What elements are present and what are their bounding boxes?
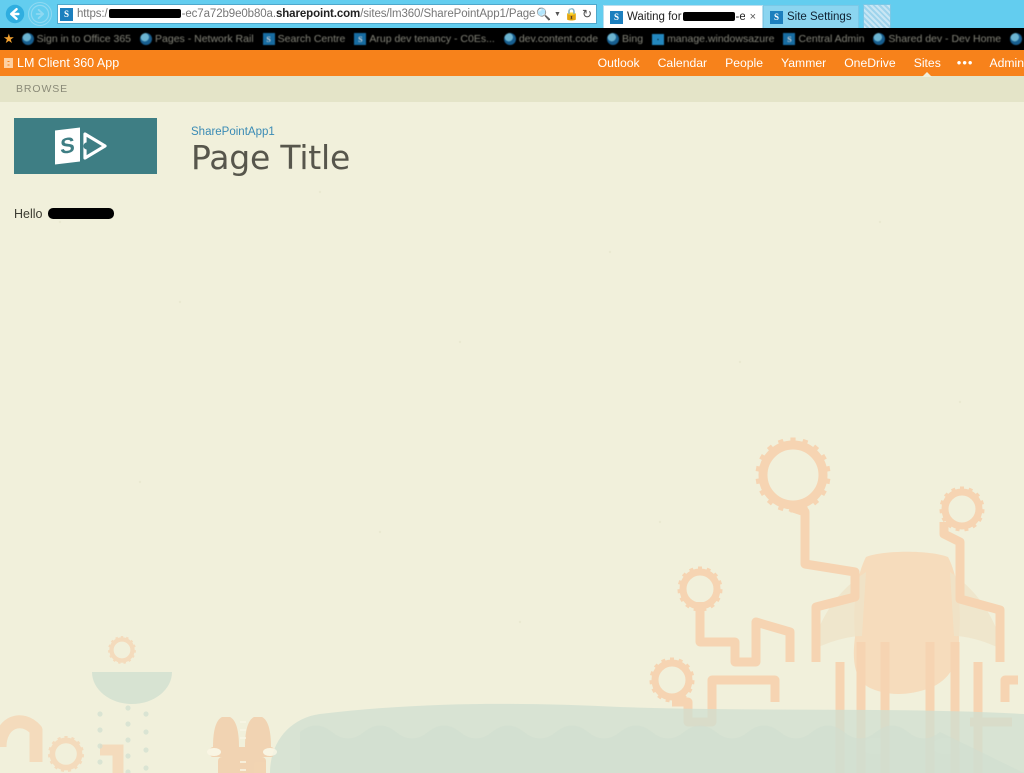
bookmark-item[interactable]: S Central Admin: [783, 33, 864, 45]
site-logo[interactable]: S: [14, 118, 157, 174]
windows-icon: [652, 33, 665, 45]
suite-link-onedrive[interactable]: OneDrive: [835, 50, 904, 76]
chevron-down-icon[interactable]: ▼: [554, 11, 561, 18]
close-icon[interactable]: ×: [750, 11, 756, 23]
suite-link-admin[interactable]: Admin: [980, 50, 1024, 76]
sharepoint-favicon-icon: S: [783, 33, 796, 45]
sharepoint-favicon-icon: S: [770, 10, 783, 24]
app-launcher-icon[interactable]: [4, 58, 13, 68]
sharepoint-favicon-icon: S: [354, 33, 367, 45]
internet-explorer-icon: [140, 33, 153, 45]
bookmark-label: manage.windowsazure: [667, 33, 775, 45]
browser-tab-active[interactable]: S Waiting for-ec7a... ×: [603, 5, 763, 28]
address-bar-icons: 🔍 ▼ 🔒 ↻: [536, 7, 594, 21]
bookmark-label: Arup dev tenancy - C0Es...: [369, 33, 495, 45]
new-tab-button[interactable]: [862, 4, 891, 28]
logo-letter: S: [54, 127, 80, 165]
bookmark-label: Pages - Network Rail: [155, 33, 254, 45]
bookmark-item[interactable]: manage.windowsazure: [652, 33, 774, 45]
favorites-star-icon[interactable]: ★: [3, 31, 15, 47]
sharepoint-favicon-icon: S: [610, 10, 623, 24]
search-icon[interactable]: 🔍: [536, 7, 551, 21]
office365-suite-bar: LM Client 360 App Outlook Calendar Peopl…: [0, 50, 1024, 76]
bookmark-item[interactable]: Bing: [607, 33, 643, 45]
url-redaction-bar: [108, 9, 181, 19]
internet-explorer-icon: [21, 33, 34, 45]
bookmark-item[interactable]: Shared dev - Dev Home: [873, 33, 1001, 45]
logo-arrow-shape: [82, 129, 109, 163]
tab-label: Site Settings: [787, 11, 852, 23]
address-bar[interactable]: S https:/-ec7a72b9e0b80a.sharepoint.com/…: [57, 4, 597, 24]
page-body: S SharePointApp1 Page Title Hello: [0, 102, 1024, 773]
refresh-icon[interactable]: ↻: [582, 7, 592, 21]
bookmark-item[interactable]: dev.content.code: [503, 33, 599, 45]
bookmark-label: Shared dev - Dev Home: [888, 33, 1002, 45]
navigation-buttons: [0, 2, 52, 26]
bookmark-item[interactable]: S Arup dev tenancy - C0Es...: [354, 33, 495, 45]
bookmarks-bar: ★ Sign in to Office 365 Pages - Network …: [0, 28, 1024, 50]
app-title-group: LM Client 360 App: [0, 56, 119, 70]
internet-explorer-icon: [1010, 33, 1023, 45]
title-block: SharePointApp1 Page Title: [191, 118, 350, 177]
back-arrow-icon[interactable]: [4, 3, 26, 25]
page-title: Page Title: [191, 138, 351, 177]
sharepoint-logo-icon: S: [54, 127, 109, 165]
internet-explorer-icon: [503, 33, 516, 45]
suite-link-calendar[interactable]: Calendar: [649, 50, 716, 76]
bookmark-item[interactable]: Sign in to Office 365: [21, 33, 132, 45]
title-row: S SharePointApp1 Page Title: [14, 118, 1024, 177]
browser-tab-site-settings[interactable]: S Site Settings: [763, 5, 859, 28]
suite-link-yammer[interactable]: Yammer: [772, 50, 835, 76]
ribbon-bar: BROWSE: [0, 76, 1024, 102]
suite-link-sites[interactable]: Sites: [905, 50, 950, 76]
bookmark-item[interactable]: Turn Glimpse On: [1010, 33, 1024, 45]
greeting-text: Hello: [14, 206, 43, 221]
suite-nav: Outlook Calendar People Yammer OneDrive …: [589, 50, 1024, 76]
tab-redaction-bar: [682, 12, 735, 22]
ribbon-tab-browse[interactable]: BROWSE: [0, 83, 68, 95]
url-text: https:/-ec7a72b9e0b80a.sharepoint.com/si…: [77, 8, 536, 20]
suite-overflow-menu-icon[interactable]: •••: [950, 50, 981, 76]
bookmark-item[interactable]: S Search Centre: [262, 33, 346, 45]
internet-explorer-icon: [607, 33, 620, 45]
internet-explorer-icon: [873, 33, 886, 45]
greeting-redaction-bar: [47, 208, 114, 220]
sharepoint-favicon-icon: S: [60, 7, 73, 21]
bookmark-label: Sign in to Office 365: [36, 33, 132, 45]
page-content: S SharePointApp1 Page Title Hello: [0, 102, 1024, 221]
greeting-row: Hello: [14, 207, 1024, 221]
bookmark-item[interactable]: Pages - Network Rail: [140, 33, 254, 45]
suite-link-outlook[interactable]: Outlook: [589, 50, 649, 76]
tab-label: Waiting for-ec7a...: [627, 11, 745, 23]
bookmark-label: Bing: [622, 33, 644, 45]
app-title: LM Client 360 App: [17, 56, 120, 70]
bookmark-label: Central Admin: [798, 33, 865, 45]
tab-strip: S Waiting for-ec7a... × S Site Settings: [603, 0, 891, 28]
padlock-icon: 🔒: [563, 7, 579, 21]
browser-chrome: S https:/-ec7a72b9e0b80a.sharepoint.com/…: [0, 0, 1024, 28]
forward-arrow-icon[interactable]: [28, 2, 52, 26]
sharepoint-favicon-icon: S: [262, 33, 275, 45]
bookmark-label: dev.content.code: [518, 33, 599, 45]
bookmark-label: Search Centre: [277, 33, 346, 45]
breadcrumb[interactable]: SharePointApp1: [191, 126, 275, 138]
suite-link-people[interactable]: People: [716, 50, 772, 76]
